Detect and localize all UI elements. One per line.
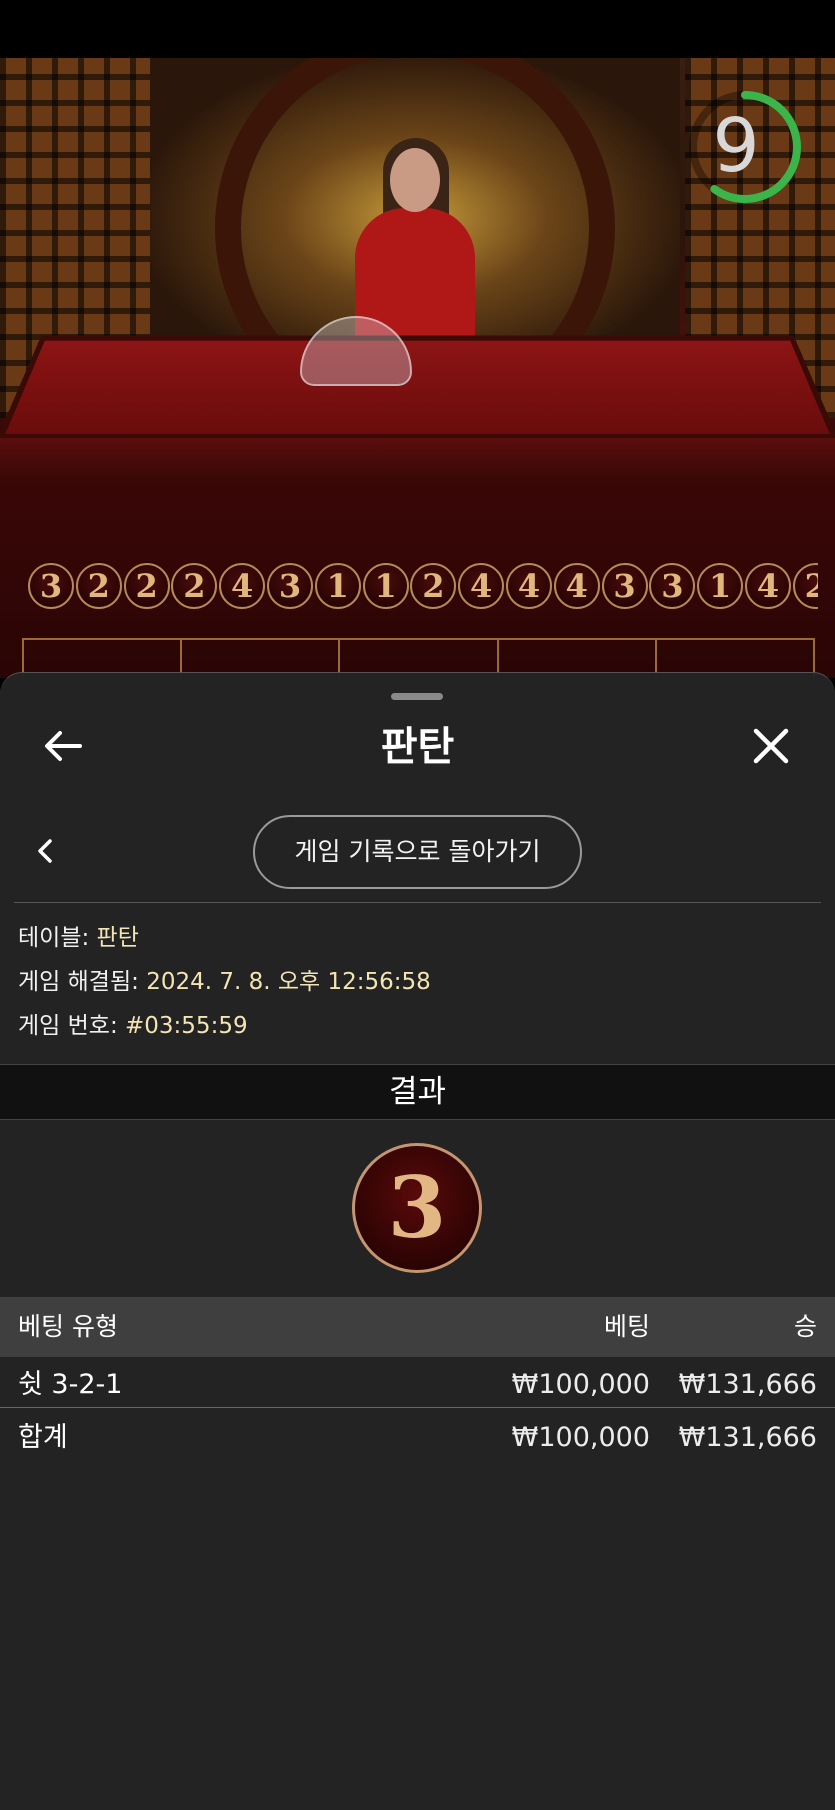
- history-result-ball: 3: [28, 563, 74, 609]
- info-game-number-value: #03:55:59: [125, 1013, 248, 1039]
- row-divider: [0, 1407, 835, 1408]
- table-row: 쉿 3-2-1 ₩100,000 ₩131,666: [0, 1359, 835, 1411]
- chevron-left-icon[interactable]: [28, 833, 64, 869]
- status-bar: [0, 0, 835, 58]
- game-table: [0, 335, 835, 441]
- history-result-ball: 3: [601, 563, 648, 609]
- info-game-number-label: 게임 번호:: [18, 1013, 118, 1039]
- result-header: 결과: [0, 1064, 835, 1120]
- history-result-ball: 1: [362, 563, 409, 609]
- table-front-edge: [0, 438, 835, 478]
- history-result-ball: 2: [75, 563, 122, 609]
- history-result-ball: 4: [458, 563, 505, 609]
- info-resolved-value: 2024. 7. 8. 오후 12:56:58: [146, 969, 431, 995]
- header-win: 승: [793, 1312, 817, 1341]
- divider: [14, 902, 821, 903]
- history-result-ball: 3: [649, 563, 696, 609]
- result-ball: 3: [352, 1143, 482, 1273]
- info-game-number-line: 게임 번호: #03:55:59: [18, 1009, 248, 1043]
- sheet-title: 판탄: [380, 724, 455, 770]
- bet-table-header: 베팅 유형 베팅 승: [0, 1297, 835, 1357]
- header-bet: 베팅: [603, 1312, 650, 1341]
- header-bet-type: 베팅 유형: [18, 1312, 118, 1341]
- row-bet-amount: ₩100,000: [511, 1369, 650, 1400]
- close-icon[interactable]: [748, 723, 794, 769]
- history-result-ball: 4: [219, 563, 266, 609]
- total-label: 합계: [18, 1422, 68, 1453]
- history-result-ball: 4: [553, 563, 600, 609]
- history-result-ball: 1: [697, 563, 744, 609]
- history-result-ball: 2: [123, 563, 170, 609]
- sheet-drag-handle[interactable]: [391, 693, 443, 700]
- info-table-line: 테이블: 판탄: [18, 921, 139, 955]
- dealer-head: [390, 148, 440, 212]
- info-resolved-line: 게임 해결됨: 2024. 7. 8. 오후 12:56:58: [18, 965, 431, 999]
- countdown-number: 9: [712, 103, 760, 189]
- back-to-game-history-button[interactable]: 게임 기록으로 돌아가기: [253, 815, 582, 889]
- total-win: ₩131,666: [678, 1422, 817, 1453]
- history-result-ball: 3: [266, 563, 313, 609]
- history-result-ball: 4: [744, 563, 791, 609]
- info-resolved-label: 게임 해결됨:: [18, 969, 139, 995]
- history-result-ball: 4: [505, 563, 552, 609]
- info-table-label: 테이블:: [18, 925, 90, 951]
- history-result-ball: 1: [314, 563, 361, 609]
- history-result-ball: 2: [171, 563, 218, 609]
- total-bet: ₩100,000: [511, 1422, 650, 1453]
- result-history-strip: 32224311244433142: [28, 563, 818, 619]
- info-table-value: 판탄: [96, 925, 139, 951]
- row-bet-type: 쉿 3-2-1: [18, 1369, 123, 1400]
- history-result-ball: 2: [792, 563, 818, 609]
- total-row: 합계 ₩100,000 ₩131,666: [0, 1412, 835, 1464]
- row-win-amount: ₩131,666: [678, 1369, 817, 1400]
- history-result-ball: 2: [410, 563, 457, 609]
- game-detail-sheet: 판탄 게임 기록으로 돌아가기 테이블: 판탄 게임 해결됨: 2024. 7.…: [0, 672, 835, 1810]
